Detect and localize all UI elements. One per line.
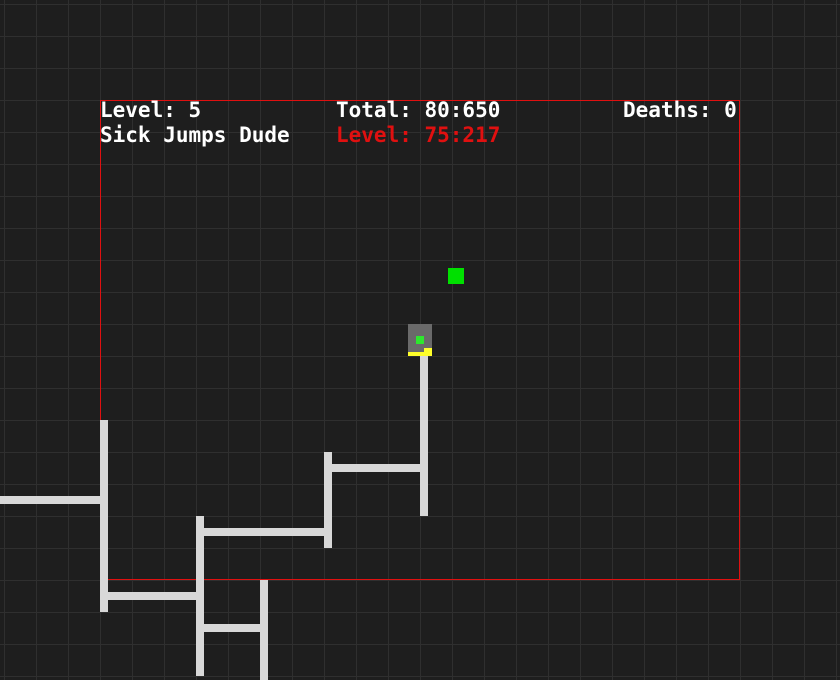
wall-pillar-bottom bbox=[260, 580, 268, 680]
game-canvas[interactable]: Level: 5 Sick Jumps Dude Total: 80:650 L… bbox=[0, 0, 840, 680]
green-square-goal-icon bbox=[448, 268, 464, 284]
wall-floor-bottom bbox=[196, 624, 264, 632]
player-feet bbox=[408, 352, 432, 356]
wall-pillar-top bbox=[420, 352, 428, 516]
deaths-counter: Deaths: 0 bbox=[623, 98, 737, 122]
level-number: Level: 5 bbox=[100, 98, 202, 122]
wall-step-upper bbox=[324, 464, 424, 472]
wall-ledge-left bbox=[0, 496, 100, 504]
wall-step-lower bbox=[196, 528, 328, 536]
wall-pillar-left bbox=[100, 420, 108, 612]
level-timer: Level: 75:217 bbox=[336, 123, 501, 147]
level-name: Sick Jumps Dude bbox=[100, 123, 290, 147]
player-eye bbox=[416, 336, 424, 344]
player-heel bbox=[424, 348, 432, 352]
total-timer: Total: 80:650 bbox=[336, 98, 501, 122]
wall-pillar-middle bbox=[196, 516, 204, 676]
wall-floor-bottom-left bbox=[100, 592, 200, 600]
